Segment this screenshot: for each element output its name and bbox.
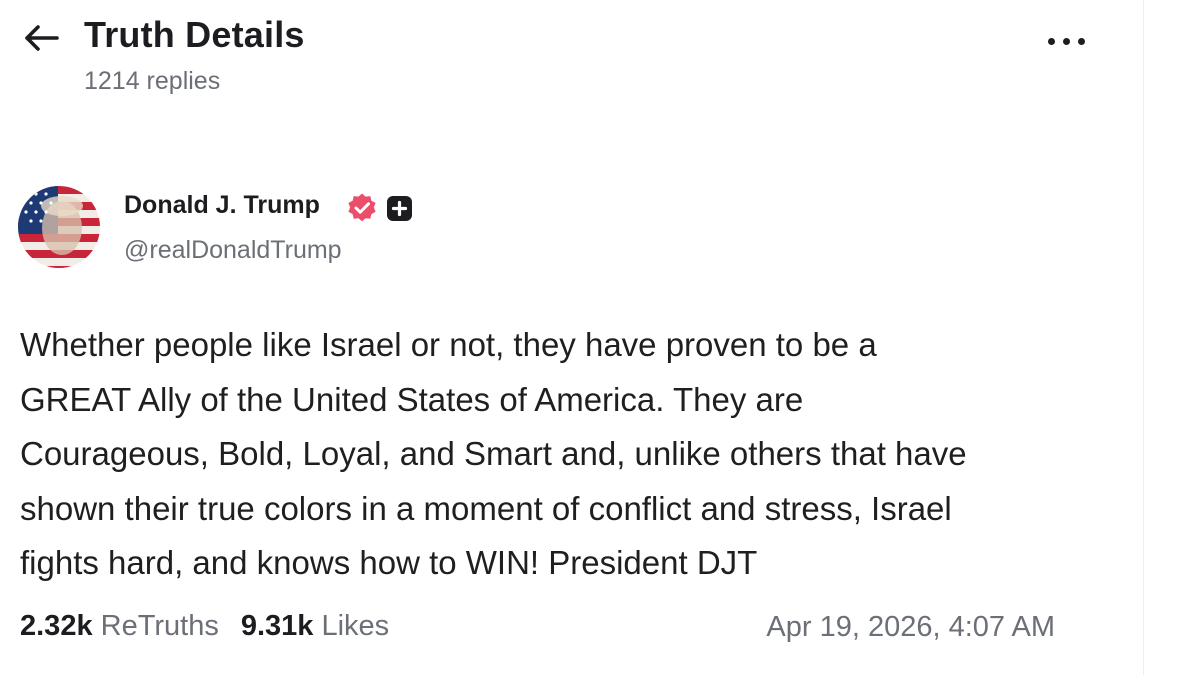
post-body: Whether people like Israel or not, they … (20, 318, 1130, 591)
avatar-image (18, 186, 100, 268)
post-text-line: Courageous, Bold, Loyal, and Smart and, … (20, 435, 967, 472)
verified-badge-icon (348, 193, 376, 222)
avatar[interactable] (18, 186, 100, 268)
likes-count: 9.31k (240, 610, 314, 642)
page-title: Truth Details (84, 14, 305, 55)
back-button[interactable] (20, 16, 64, 60)
more-horizontal-icon (1048, 38, 1055, 45)
retruths-count: 2.32k (20, 610, 93, 642)
post-text-line: shown their true colors in a moment of c… (20, 489, 952, 527)
arrow-left-icon (25, 25, 59, 51)
post-text-line: GREAT Ally of the United States of Ameri… (20, 380, 804, 418)
author-name[interactable]: Donald J. Trump (124, 191, 320, 220)
post-timestamp: Apr 19, 2026, 4:07 AM (766, 611, 1055, 643)
author-handle[interactable]: @realDonaldTrump (124, 236, 342, 265)
truth-details-panel: Truth Details 1214 replies Donald J. Tru… (0, 0, 1143, 675)
post-text-line: fights hard, and knows how to WIN! Presi… (20, 544, 758, 581)
reply-count: 1214 replies (84, 67, 221, 95)
post-text-line: Whether people like Israel or not, they … (20, 326, 877, 363)
retruths-stat[interactable]: 2.32k ReTruths (20, 610, 219, 643)
retruths-label: ReTruths (100, 610, 219, 642)
post-stats: 2.32k ReTruths 9.31k Likes (20, 610, 389, 643)
more-options-button[interactable] (1040, 22, 1092, 58)
right-gutter (1144, 0, 1200, 675)
likes-label: Likes (321, 610, 390, 642)
plus-badge-icon (387, 196, 412, 221)
likes-stat[interactable]: 9.31k Likes (241, 610, 389, 643)
